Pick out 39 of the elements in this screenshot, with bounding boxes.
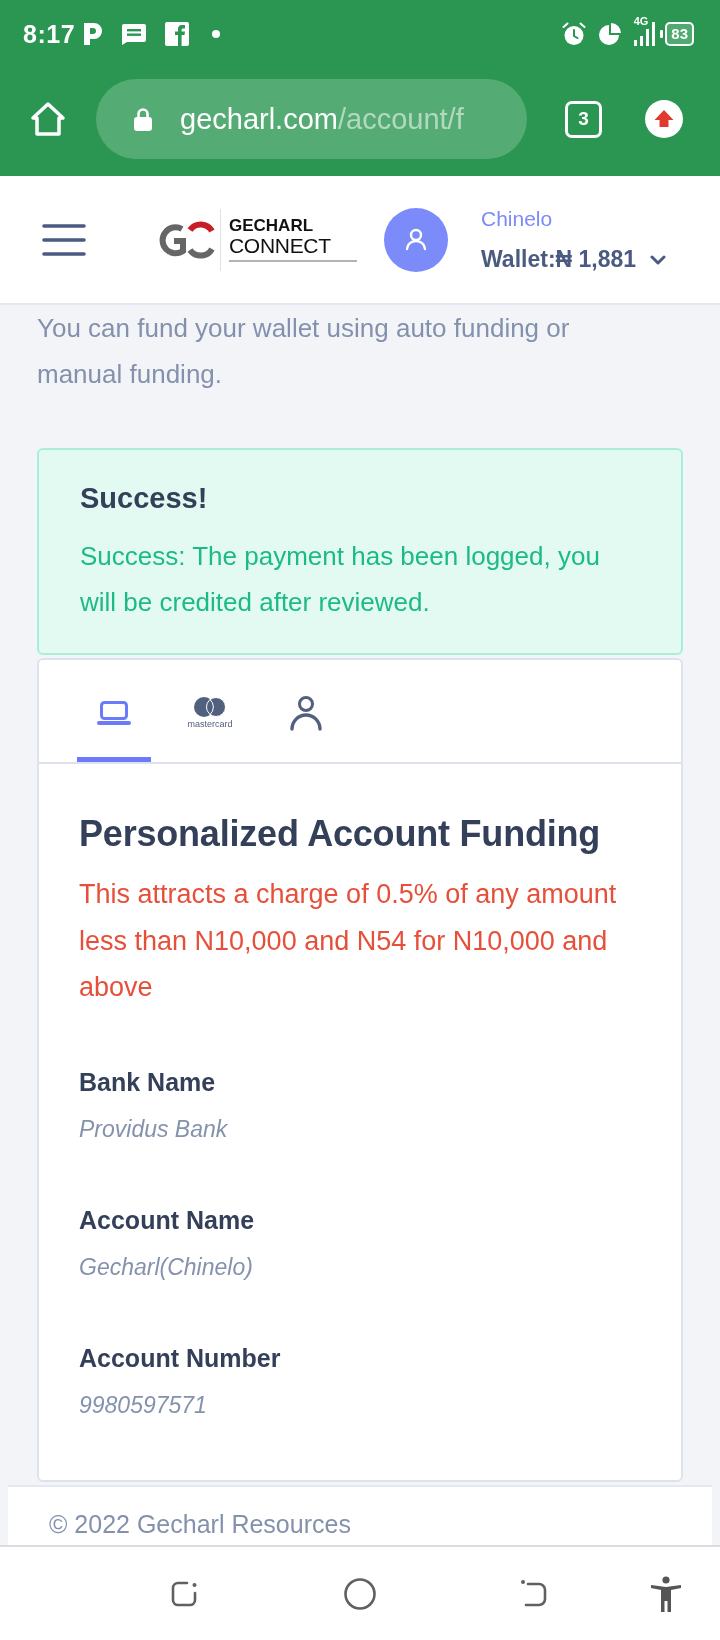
laptop-icon (97, 700, 131, 725)
alert-message: Success: The payment has been logged, you will be credited after reviewed. (80, 540, 601, 619)
field-label: Bank Name (79, 1066, 217, 1097)
letter-p-icon (83, 22, 104, 46)
message-icon (121, 23, 148, 45)
home-circle-icon[interactable] (344, 1577, 376, 1610)
square-f-icon (165, 22, 190, 46)
logo-wordmark-top: GECHARL (229, 217, 315, 235)
field-label: Account Number (79, 1342, 282, 1373)
card-tab[interactable]: mastercard (173, 660, 247, 762)
address-bar[interactable]: gecharl.com/account/f (96, 79, 527, 159)
wallet-balance[interactable]: Wallet:₦ 1,881 (481, 246, 637, 273)
user-name[interactable]: Chinelo (481, 206, 667, 232)
field-label: Account Name (79, 1204, 256, 1235)
accessibility-icon[interactable] (650, 1575, 682, 1612)
alert-title: Success! (80, 481, 209, 516)
person-icon (289, 694, 323, 731)
status-time: 8:17 (23, 19, 76, 49)
alarm-clock-icon (561, 22, 586, 46)
battery-level: 83 (671, 26, 688, 42)
field-value: Gecharl(Chinelo) (79, 1252, 254, 1282)
menu-icon[interactable] (42, 222, 86, 257)
chevron-down-icon[interactable] (650, 254, 667, 265)
url-text: gecharl.com/account/f (180, 102, 464, 136)
lock-icon (134, 107, 152, 131)
home-icon[interactable] (30, 101, 66, 137)
card-title: Personalized Account Funding (79, 814, 602, 854)
copyright-text: © 2022 Gecharl Resources (49, 1509, 351, 1538)
avatar-icon[interactable] (384, 207, 448, 272)
dot-icon (212, 30, 221, 38)
charge-note: This attracts a charge of 0.5% of any amount less than N10,000 and N54 for N10,000 and above (79, 878, 618, 1004)
intro-text: You can fund your wallet using auto funding or manual funding. (37, 312, 571, 391)
overlapping-circles-icon (194, 696, 226, 717)
tab-count-button[interactable]: 3 (565, 100, 602, 138)
field-value: Providus Bank (79, 1114, 229, 1144)
network-type: 4G (633, 16, 649, 27)
logo-wordmark-bottom: CONNECT (229, 235, 332, 256)
field-value: 9980597571 (79, 1390, 208, 1420)
pie-chart-icon (597, 22, 622, 46)
